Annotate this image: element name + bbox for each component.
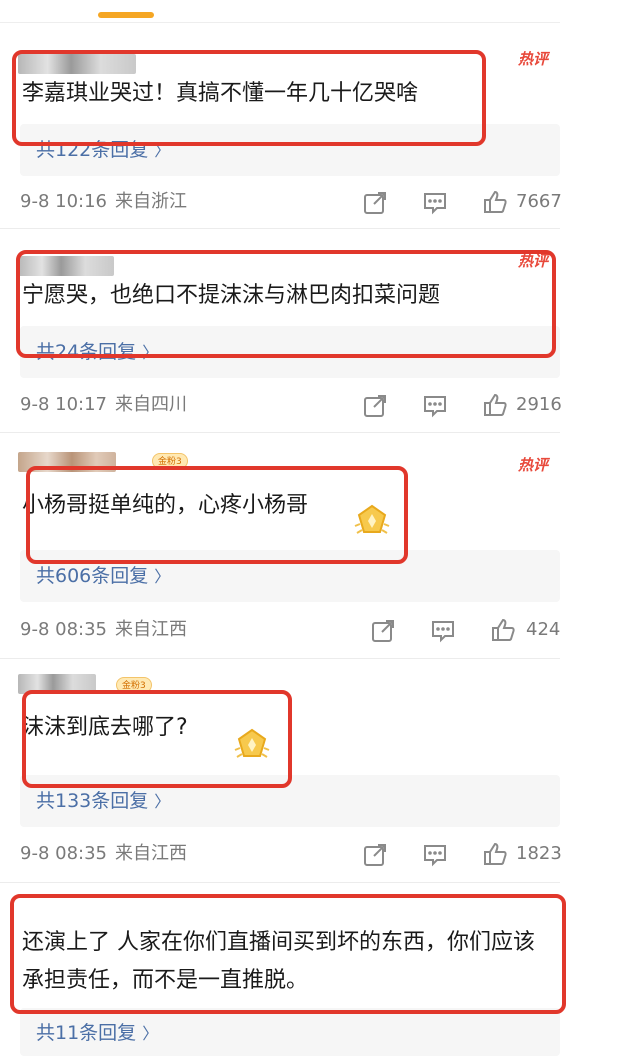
comment-location: 来自江西: [115, 843, 187, 864]
like-count: 1823: [516, 843, 562, 864]
comment-date: 9-8 08:35: [20, 619, 107, 640]
comment-icon[interactable]: [430, 618, 456, 644]
chevron-right-icon: 〉: [142, 1024, 159, 1043]
comment-location: 来自浙江: [115, 191, 187, 212]
highlight-box: [16, 250, 556, 358]
comment-icon[interactable]: [422, 393, 448, 419]
comment-icon[interactable]: [422, 842, 448, 868]
like-count: 2916: [516, 394, 562, 415]
comment-date: 9-8 08:35: [20, 843, 107, 864]
hot-comment-label: 热评: [517, 456, 548, 474]
comment-date: 9-8 10:17: [20, 394, 107, 415]
share-icon[interactable]: [370, 618, 396, 644]
comment-meta: 9-8 08:35 来自江西: [20, 842, 187, 866]
like-icon[interactable]: [482, 392, 508, 418]
highlight-box: [22, 690, 292, 788]
comment-meta: 9-8 10:17 来自四川: [20, 393, 187, 417]
tab-indicator: [98, 12, 154, 18]
comment-date: 9-8 10:16: [20, 191, 107, 212]
chevron-right-icon: 〉: [154, 567, 171, 586]
divider: [0, 432, 560, 433]
share-icon[interactable]: [362, 842, 388, 868]
comment-meta: 9-8 08:35 来自江西: [20, 618, 187, 642]
like-icon[interactable]: [482, 189, 508, 215]
divider: [0, 22, 560, 23]
chevron-right-icon: 〉: [154, 792, 171, 811]
share-icon[interactable]: [362, 393, 388, 419]
comment-meta: 9-8 10:16 来自浙江: [20, 190, 187, 214]
reply-box[interactable]: 共11条回复〉: [20, 1008, 560, 1056]
comment-location: 来自四川: [115, 394, 187, 415]
divider: [0, 658, 560, 659]
like-icon[interactable]: [482, 841, 508, 867]
like-count: 7667: [516, 191, 562, 212]
like-count: 424: [526, 619, 561, 640]
hot-comment-label: 热评: [517, 50, 548, 68]
highlight-box: [26, 466, 408, 564]
comment-icon[interactable]: [422, 190, 448, 216]
highlight-box: [10, 894, 566, 1014]
divider: [0, 882, 560, 883]
view-replies-link[interactable]: 共606条回复〉: [36, 563, 170, 590]
view-replies-link[interactable]: 共11条回复〉: [36, 1020, 158, 1047]
like-icon[interactable]: [490, 617, 516, 643]
share-icon[interactable]: [362, 190, 388, 216]
comment-location: 来自江西: [115, 619, 187, 640]
highlight-box: [12, 50, 486, 146]
divider: [0, 228, 560, 229]
view-replies-link[interactable]: 共133条回复〉: [36, 788, 170, 815]
